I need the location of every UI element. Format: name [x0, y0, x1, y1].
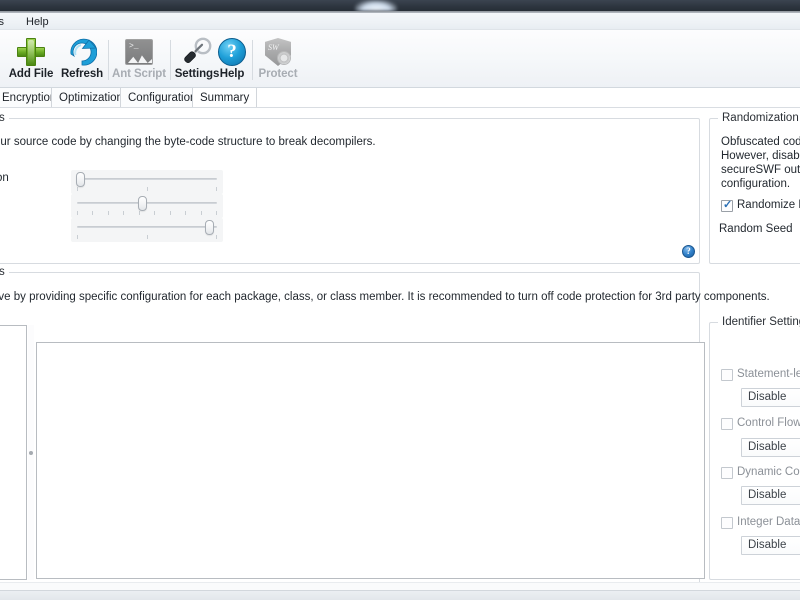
- menu-bar: ls Help: [0, 13, 800, 30]
- randomization-description-line-4: configuration.: [721, 178, 791, 190]
- add-file-button[interactable]: Add File: [6, 33, 56, 85]
- randomization-description-line-2: However, disabling: [721, 150, 800, 162]
- identifier-settings-legend: Identifier Settings: [718, 316, 800, 328]
- control-flow-label: Control Flow O: [737, 417, 800, 429]
- code-protection-legend: s: [0, 112, 9, 124]
- question-icon: ?: [217, 37, 247, 67]
- integer-data-select[interactable]: Disable: [741, 536, 800, 555]
- ant-script-label: Ant Script: [112, 68, 166, 80]
- status-bar: [0, 590, 800, 600]
- refresh-icon: [67, 37, 97, 67]
- member-settings-legend: s: [0, 266, 9, 278]
- toolbar: Add File Refresh >_ Ant Script Settings …: [0, 30, 800, 88]
- statement-level-select[interactable]: Disable: [741, 388, 800, 407]
- slider-top-ticks: [77, 187, 217, 191]
- slider-bottom-track: [77, 226, 217, 228]
- protect-button[interactable]: SW Protect: [254, 33, 302, 85]
- application-window: ls Help Add File Refresh >: [0, 0, 800, 600]
- wrench-icon: [182, 37, 212, 67]
- code-protection-description: our source code by changing the byte-cod…: [0, 136, 376, 148]
- ant-script-icon: >_: [124, 37, 154, 67]
- randomize-results-label: Randomize Res: [737, 199, 800, 211]
- integer-data-label: Integer Data Ob: [737, 516, 800, 528]
- integer-data-checkbox[interactable]: [721, 517, 733, 529]
- code-protection-field-label: on: [0, 172, 9, 184]
- protect-label: Protect: [258, 68, 298, 80]
- slider-bottom-thumb[interactable]: [205, 220, 214, 235]
- randomize-results-checkbox[interactable]: [721, 198, 733, 212]
- refresh-label: Refresh: [60, 68, 104, 80]
- window-title-bar: [0, 0, 800, 11]
- randomization-legend: Randomization: [718, 112, 800, 124]
- control-flow-checkbox[interactable]: [721, 418, 733, 430]
- menu-help[interactable]: Help: [22, 15, 53, 29]
- package-tree-pane[interactable]: [0, 325, 27, 580]
- footer-gap: [0, 582, 800, 590]
- code-protection-help-icon[interactable]: ?: [682, 245, 695, 258]
- ant-script-button[interactable]: >_ Ant Script: [110, 33, 168, 85]
- help-button[interactable]: ? Help: [212, 33, 252, 85]
- control-flow-select[interactable]: Disable: [741, 438, 800, 457]
- slider-bottom-ticks: [77, 235, 217, 239]
- panel-splitter[interactable]: [28, 325, 34, 580]
- slider-middle-ticks: [77, 211, 217, 215]
- refresh-button[interactable]: Refresh: [58, 33, 106, 85]
- slider-top-thumb[interactable]: [76, 172, 85, 187]
- dynamic-code-label: Dynamic Code: [737, 466, 800, 478]
- member-list-pane[interactable]: [36, 342, 705, 579]
- dynamic-code-checkbox[interactable]: [721, 467, 733, 479]
- help-label: Help: [219, 68, 245, 80]
- slider-top-track: [77, 178, 217, 180]
- statement-level-label: Statement-leve: [737, 368, 800, 380]
- slider-middle-track: [77, 202, 217, 204]
- randomization-description-line-3: secureSWF output: [721, 164, 800, 176]
- dynamic-code-select[interactable]: Disable: [741, 486, 800, 505]
- toolbar-separator-3: [252, 40, 253, 80]
- random-seed-label: Random Seed: [719, 223, 793, 235]
- slider-top[interactable]: [71, 170, 223, 194]
- title-bar-highlight: [355, 0, 397, 11]
- plus-icon: [16, 37, 46, 67]
- splitter-grip: [29, 450, 33, 455]
- shield-icon: SW: [263, 37, 293, 67]
- slider-bottom[interactable]: [71, 218, 223, 242]
- menu-tools[interactable]: ls: [0, 15, 8, 29]
- tab-strip: Encryption Optimization Configurations S…: [0, 88, 800, 108]
- member-settings-description: ove by providing specific configuration …: [0, 291, 770, 303]
- tab-optimization[interactable]: Optimization: [51, 88, 131, 108]
- statement-level-checkbox[interactable]: [721, 369, 733, 381]
- toolbar-separator-1: [108, 40, 109, 80]
- toolbar-separator-2: [170, 40, 171, 80]
- slider-middle-thumb[interactable]: [138, 196, 147, 211]
- randomization-description-line-1: Obfuscated code w: [721, 136, 800, 148]
- add-file-label: Add File: [8, 68, 54, 80]
- tab-summary[interactable]: Summary: [192, 88, 258, 108]
- slider-middle[interactable]: [71, 194, 223, 218]
